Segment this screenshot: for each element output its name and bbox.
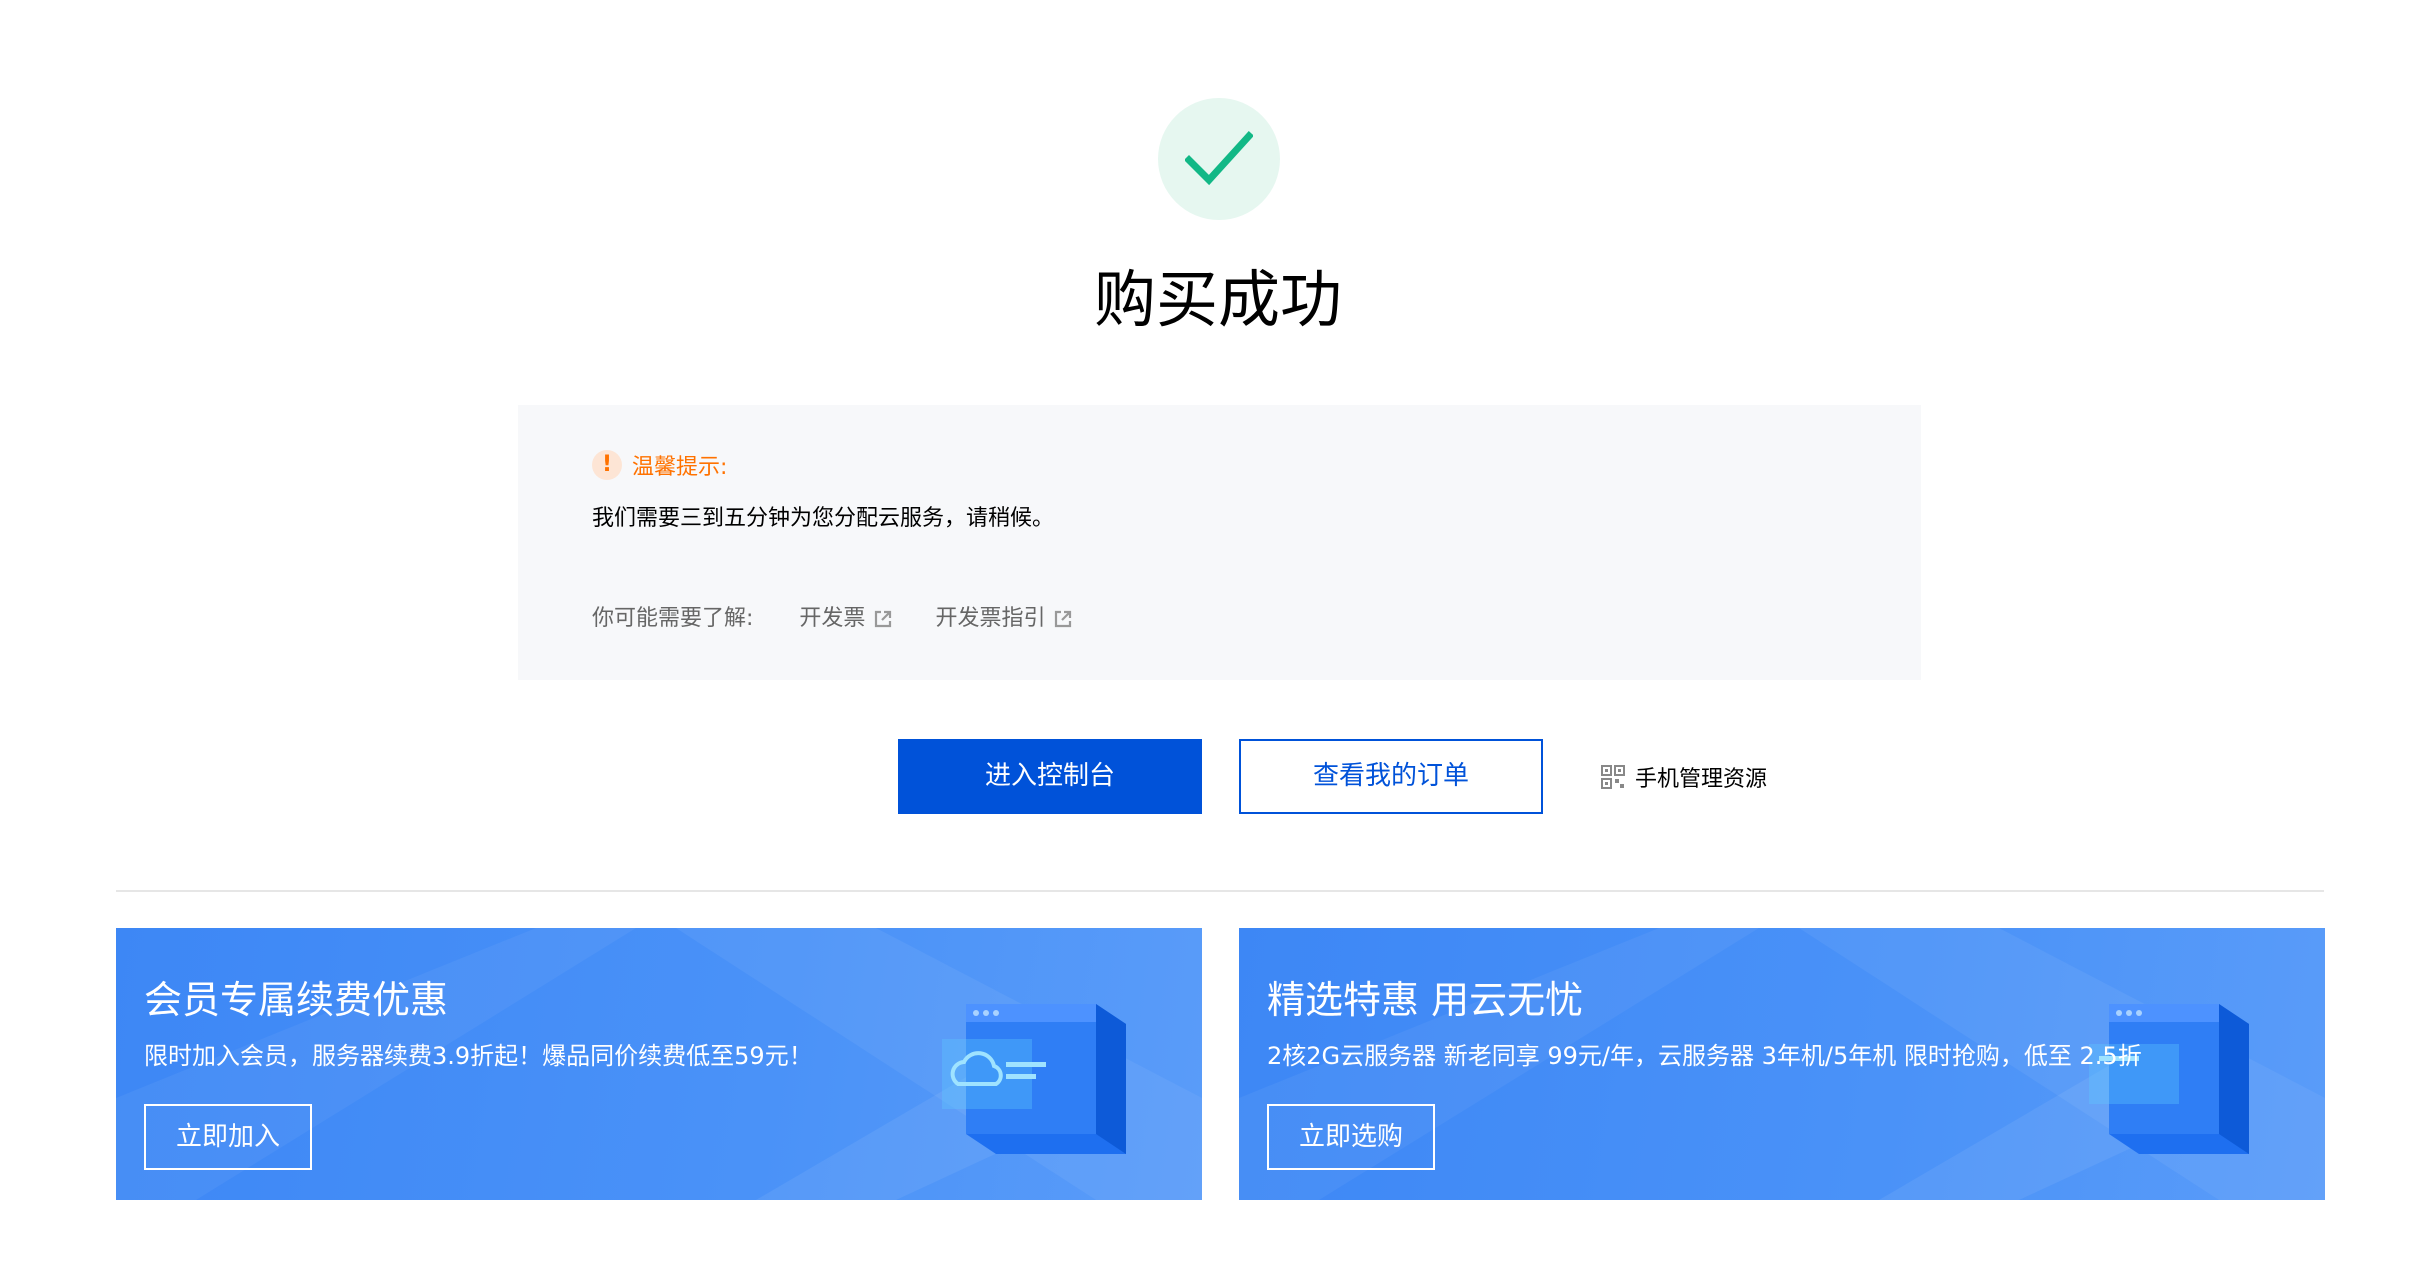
special-offer-banner[interactable]: 精选特惠 用云无忧 2核2G云服务器 新老同享 99元/年，云服务器 3年机/5… — [1239, 928, 2325, 1200]
links-label: 你可能需要了解: — [592, 606, 754, 631]
invoice-link-label: 开发票 — [799, 606, 866, 631]
page-title: 购买成功 — [1093, 263, 1342, 336]
notice-message: 我们需要三到五分钟为您分配云服务，请稍候。 — [592, 506, 1055, 531]
mobile-manage-link[interactable]: 手机管理资源 — [1601, 757, 1767, 797]
banner-title: 会员专属续费优惠 — [144, 978, 449, 1022]
purchase-success-page: 购买成功 ! 温馨提示: 我们需要三到五分钟为您分配云服务，请稍候。 你可能需要… — [0, 0, 2436, 1262]
banner-description: 2核2G云服务器 新老同享 99元/年，云服务器 3年机/5年机 限时抢购，低至… — [1267, 1042, 2142, 1070]
banner-title: 精选特惠 用云无忧 — [1267, 978, 1584, 1022]
view-orders-button[interactable]: 查看我的订单 — [1239, 739, 1543, 814]
buy-now-button[interactable]: 立即选购 — [1267, 1104, 1435, 1170]
join-now-button[interactable]: 立即加入 — [144, 1104, 312, 1170]
notice-title: 温馨提示: — [632, 455, 728, 480]
notice-box: ! 温馨提示: 我们需要三到五分钟为您分配云服务，请稍候。 你可能需要了解: 开… — [518, 405, 1921, 680]
mobile-manage-label: 手机管理资源 — [1635, 767, 1768, 792]
invoice-link[interactable]: 开发票 — [799, 601, 893, 637]
checkmark-icon — [1185, 131, 1253, 186]
enter-console-button[interactable]: 进入控制台 — [898, 739, 1202, 814]
notice-header: ! 温馨提示: — [592, 445, 727, 485]
divider — [116, 890, 2324, 892]
invoice-guide-link[interactable]: 开发票指引 — [935, 601, 1073, 637]
invoice-guide-link-label: 开发票指引 — [935, 606, 1046, 631]
browser-window-icon — [2089, 1004, 2249, 1154]
warning-icon: ! — [592, 450, 622, 480]
success-badge — [1158, 98, 1280, 220]
member-promo-banner[interactable]: 会员专属续费优惠 限时加入会员，服务器续费3.9折起！爆品同价续费低至59元！ … — [116, 928, 1202, 1200]
qrcode-icon — [1601, 765, 1625, 789]
external-link-icon — [875, 610, 892, 628]
external-link-icon — [1055, 610, 1072, 628]
notice-links: 你可能需要了解: 开发票 开发票指引 — [592, 601, 1115, 637]
banner-description: 限时加入会员，服务器续费3.9折起！爆品同价续费低至59元！ — [144, 1042, 813, 1070]
cloud-window-icon — [942, 1004, 1126, 1154]
